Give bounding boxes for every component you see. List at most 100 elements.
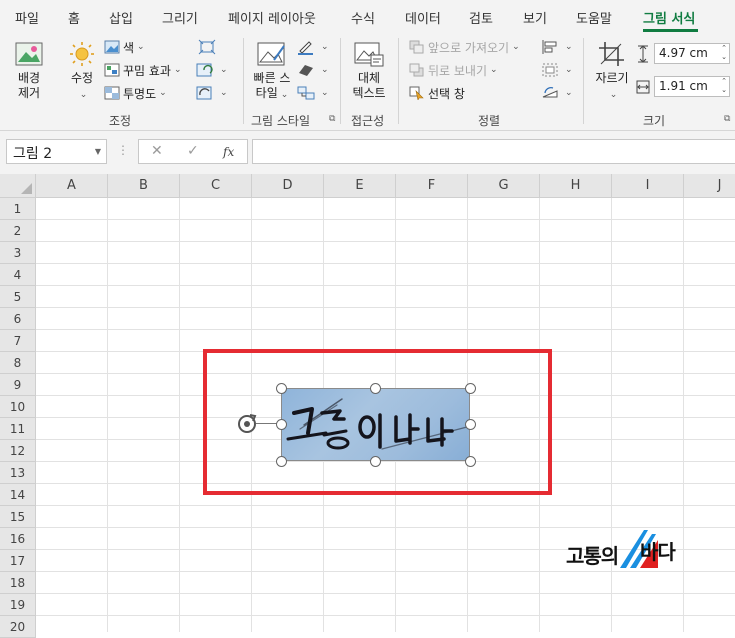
row-header-14[interactable]: 14 xyxy=(0,484,36,506)
send-backward-button[interactable]: 뒤로 보내기 ⌄ xyxy=(409,61,498,79)
resize-handle-bottom[interactable] xyxy=(370,456,381,467)
resize-handle-top-left[interactable] xyxy=(276,383,287,394)
resize-handle-left[interactable] xyxy=(276,419,287,430)
chevron-down-icon: ⌄ xyxy=(220,65,228,75)
selection-pane-button[interactable]: 선택 창 xyxy=(409,84,465,102)
alt-text-button[interactable]: 대체 텍스트 xyxy=(346,40,392,101)
rotate-objects-icon xyxy=(542,87,558,98)
row-header-6[interactable]: 6 xyxy=(0,308,36,330)
column-header-f[interactable]: F xyxy=(396,174,468,198)
column-header-e[interactable]: E xyxy=(324,174,396,198)
resize-handle-right[interactable] xyxy=(465,419,476,430)
rotate-button[interactable]: ⌄ xyxy=(541,84,573,102)
crop-icon xyxy=(599,42,624,66)
column-header-c[interactable]: C xyxy=(180,174,252,198)
dialog-launcher-icon[interactable]: ⧉ xyxy=(329,114,335,124)
chevron-down-icon[interactable]: ▼ xyxy=(95,147,101,156)
tab-view[interactable]: 보기 xyxy=(523,8,547,27)
tab-page-layout[interactable]: 페이지 레이아웃 xyxy=(228,8,316,27)
tab-data[interactable]: 데이터 xyxy=(405,8,441,27)
insert-function-icon[interactable]: fx xyxy=(223,145,234,159)
reset-picture-button[interactable]: ⌄ xyxy=(196,84,228,102)
picture-effects-icon xyxy=(299,65,313,76)
transparency-button[interactable]: 투명도 ⌄ xyxy=(104,84,167,102)
picture-layout-icon xyxy=(297,86,315,100)
color-button[interactable]: 색 ⌄ xyxy=(104,38,145,56)
row-header-5[interactable]: 5 xyxy=(0,286,36,308)
picture-effects-button[interactable]: ⌄ xyxy=(297,61,329,79)
row-header-3[interactable]: 3 xyxy=(0,242,36,264)
resize-handle-top-right[interactable] xyxy=(465,383,476,394)
resize-handle-bottom-left[interactable] xyxy=(276,456,287,467)
crop-button[interactable]: 자르기 ⌄ xyxy=(591,40,633,103)
rotate-handle-icon[interactable] xyxy=(236,413,258,435)
row-header-2[interactable]: 2 xyxy=(0,220,36,242)
row-header-1[interactable]: 1 xyxy=(0,198,36,220)
row-header-15[interactable]: 15 xyxy=(0,506,36,528)
row-header-9[interactable]: 9 xyxy=(0,374,36,396)
row-header-4[interactable]: 4 xyxy=(0,264,36,286)
corrections-button[interactable]: 수정 ⌄ xyxy=(62,40,102,103)
resize-handle-bottom-right[interactable] xyxy=(465,456,476,467)
row-header-7[interactable]: 7 xyxy=(0,330,36,352)
signature-picture[interactable] xyxy=(281,388,470,461)
group-objects-button[interactable]: ⌄ xyxy=(541,61,573,79)
more-icon[interactable]: ⋮ xyxy=(117,143,129,157)
tab-insert[interactable]: 삽입 xyxy=(109,8,133,27)
formula-input[interactable] xyxy=(252,139,735,164)
column-header-j[interactable]: J xyxy=(684,174,735,198)
column-header-d[interactable]: D xyxy=(252,174,324,198)
bring-forward-button[interactable]: 앞으로 가져오기 ⌄ xyxy=(409,38,520,56)
picture-border-button[interactable]: ⌄ xyxy=(297,38,329,56)
tab-picture-format[interactable]: 그림 서식 xyxy=(643,8,695,27)
row-header-18[interactable]: 18 xyxy=(0,572,36,594)
row-header-19[interactable]: 19 xyxy=(0,594,36,616)
group-separator xyxy=(398,38,399,124)
chevron-down-icon: ⌄ xyxy=(565,88,573,98)
channel-logo: 고통의 바다 xyxy=(566,528,686,572)
quick-styles-button[interactable]: 빠른 스 타일 ⌄ xyxy=(248,40,296,103)
artistic-effects-button[interactable]: 꾸밈 효과 ⌄ xyxy=(104,61,182,79)
spinner-icon[interactable]: ⌃ ⌄ xyxy=(721,77,727,95)
group-label-picture-styles: 그림 스타일 xyxy=(251,114,311,128)
tab-help[interactable]: 도움말 xyxy=(576,8,612,27)
height-input[interactable]: 4.97 cm ⌃ ⌄ xyxy=(654,43,730,64)
enter-icon[interactable]: ✓ xyxy=(187,143,199,159)
resize-handle-top[interactable] xyxy=(370,383,381,394)
tab-review[interactable]: 검토 xyxy=(469,8,493,27)
row-header-20[interactable]: 20 xyxy=(0,616,36,638)
select-all-button[interactable] xyxy=(0,174,36,198)
tab-formulas[interactable]: 수식 xyxy=(351,8,375,27)
compress-pictures-icon[interactable] xyxy=(198,39,216,55)
tab-home[interactable]: 홈 xyxy=(68,8,80,27)
width-icon xyxy=(636,80,650,93)
tab-draw[interactable]: 그리기 xyxy=(162,8,198,27)
width-input[interactable]: 1.91 cm ⌃ ⌄ xyxy=(654,76,730,97)
row-header-10[interactable]: 10 xyxy=(0,396,36,418)
change-picture-button[interactable]: ⌄ xyxy=(196,61,228,79)
column-header-a[interactable]: A xyxy=(36,174,108,198)
column-header-b[interactable]: B xyxy=(108,174,180,198)
align-button[interactable]: ⌄ xyxy=(541,38,573,56)
name-box[interactable]: 그림 2 ▼ xyxy=(6,139,107,164)
row-header-12[interactable]: 12 xyxy=(0,440,36,462)
column-header-h[interactable]: H xyxy=(540,174,612,198)
chevron-down-icon: ⌄ xyxy=(159,88,167,98)
chevron-down-icon: ⌄ xyxy=(321,88,329,98)
group-separator xyxy=(243,38,244,124)
cancel-icon[interactable]: ✕ xyxy=(151,143,163,159)
remove-background-button[interactable]: 배경 제거 xyxy=(8,40,50,101)
chevron-down-icon: ⌄ xyxy=(321,42,329,52)
row-header-16[interactable]: 16 xyxy=(0,528,36,550)
column-header-g[interactable]: G xyxy=(468,174,540,198)
picture-layout-button[interactable]: ⌄ xyxy=(297,84,329,102)
spinner-icon[interactable]: ⌃ ⌄ xyxy=(721,44,727,62)
tab-file[interactable]: 파일 xyxy=(15,8,39,27)
row-header-11[interactable]: 11 xyxy=(0,418,36,440)
row-header-8[interactable]: 8 xyxy=(0,352,36,374)
transparency-icon xyxy=(104,86,120,100)
column-header-i[interactable]: I xyxy=(612,174,684,198)
row-header-13[interactable]: 13 xyxy=(0,462,36,484)
row-header-17[interactable]: 17 xyxy=(0,550,36,572)
dialog-launcher-icon[interactable]: ⧉ xyxy=(724,114,730,124)
